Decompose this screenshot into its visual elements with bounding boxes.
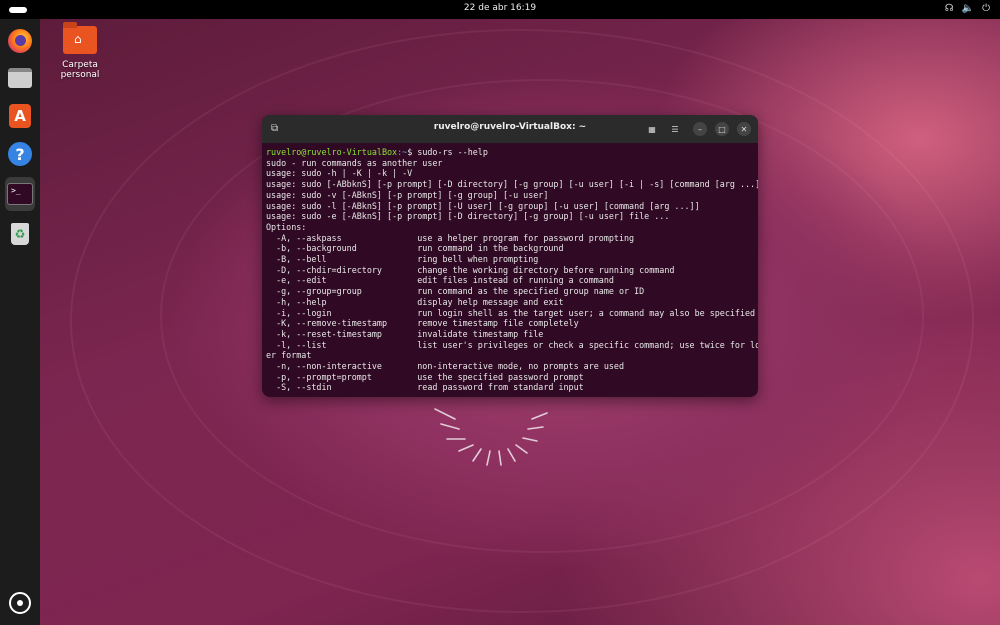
output-line: sudo - run commands as another user: [266, 157, 443, 168]
prompt-line: ruvelro@ruvelro-VirtualBox:~$ sudo-rs --…: [266, 147, 754, 158]
help-icon: ?: [8, 142, 32, 166]
desktop-home-folder[interactable]: ⌂ Carpeta personal: [42, 22, 118, 80]
dock-item-help[interactable]: ?: [5, 139, 35, 169]
dock-item-firefox[interactable]: [5, 26, 35, 56]
output-line: usage: sudo [-ABbknS] [-p prompt] [-D di…: [266, 179, 758, 190]
trash-icon: ♻: [11, 223, 29, 245]
dock: A ? >_ ♻: [0, 19, 40, 625]
output-line: -n, --non-interactive non-interactive mo…: [266, 361, 624, 372]
output-line: -e, --edit edit files instead of running…: [266, 275, 614, 286]
output-line: usage: sudo -v [-ABknS] [-p prompt] [-g …: [266, 189, 549, 200]
terminal-titlebar[interactable]: ⧉ ruvelro@ruvelro-VirtualBox: ~ ▦ ☰ – □ …: [262, 115, 758, 143]
prompt-user: ruvelro@ruvelro-VirtualBox: [266, 147, 398, 157]
system-tray[interactable]: ☊ 🔈 ⏻: [945, 3, 990, 14]
output-line: -b, --background run command in the back…: [266, 243, 564, 254]
output-line: -A, --askpass use a helper program for p…: [266, 232, 635, 243]
output-line: -B, --bell ring bell when prompting: [266, 254, 539, 265]
app-center-icon: A: [9, 104, 31, 128]
prompt-symbol: $: [407, 147, 418, 157]
output-line: Options:: [266, 221, 307, 232]
terminal-output: sudo - run commands as another user usage…: [266, 157, 758, 393]
clock[interactable]: 22 de abr 16:19: [0, 3, 1000, 13]
dock-item-terminal[interactable]: >_: [5, 177, 35, 211]
output-line: -l, --list list user's privileges or che…: [266, 339, 758, 350]
files-icon: [8, 68, 32, 88]
output-line: -D, --chdir=directory change the working…: [266, 264, 675, 275]
dock-item-trash[interactable]: ♻: [5, 219, 35, 249]
output-line: er format: [266, 350, 312, 361]
dock-item-app-center[interactable]: A: [5, 101, 35, 131]
terminal-icon: >_: [7, 183, 33, 205]
volume-icon[interactable]: 🔈: [962, 3, 974, 14]
close-button[interactable]: ✕: [737, 122, 751, 136]
show-apps-icon: [9, 592, 31, 614]
power-icon[interactable]: ⏻: [982, 3, 990, 14]
output-line: -i, --login run login shell as the targe…: [266, 307, 756, 318]
prompt-command: sudo-rs --help: [417, 147, 488, 157]
maximize-button[interactable]: □: [715, 122, 729, 136]
output-line: -p, --prompt=prompt use the specified pa…: [266, 371, 584, 382]
home-folder-label: Carpeta personal: [60, 60, 100, 80]
prompt-path: :~: [397, 147, 408, 157]
firefox-icon: [8, 29, 32, 53]
home-folder-icon: ⌂: [63, 22, 97, 54]
output-line: usage: sudo -h | -K | -k | -V: [266, 168, 413, 179]
search-tabs-icon[interactable]: ▦: [645, 122, 659, 136]
dock-item-files[interactable]: [5, 63, 35, 93]
terminal-window[interactable]: ⧉ ruvelro@ruvelro-VirtualBox: ~ ▦ ☰ – □ …: [262, 115, 758, 397]
menu-icon[interactable]: ☰: [668, 122, 682, 136]
network-icon[interactable]: ☊: [945, 3, 954, 14]
output-line: usage: sudo -e [-ABknS] [-p prompt] [-D …: [266, 211, 670, 222]
terminal-title: ruvelro@ruvelro-VirtualBox: ~: [433, 122, 587, 132]
minimize-button[interactable]: –: [693, 122, 707, 136]
output-line: -k, --reset-timestamp invalidate timesta…: [266, 328, 544, 339]
output-line: -g, --group=group run command as the spe…: [266, 286, 645, 297]
show-apps-button[interactable]: [5, 588, 35, 618]
top-bar: 22 de abr 16:19 ☊ 🔈 ⏻: [0, 0, 1000, 19]
output-line: -h, --help display help message and exit: [266, 296, 564, 307]
output-line: -S, --stdin read password from standard …: [266, 382, 584, 393]
output-line: usage: sudo -l [-ABknS] [-p prompt] [-U …: [266, 200, 700, 211]
terminal-console[interactable]: ruvelro@ruvelro-VirtualBox:~$ sudo-rs --…: [262, 143, 758, 393]
output-line: -K, --remove-timestamp remove timestamp …: [266, 318, 579, 329]
